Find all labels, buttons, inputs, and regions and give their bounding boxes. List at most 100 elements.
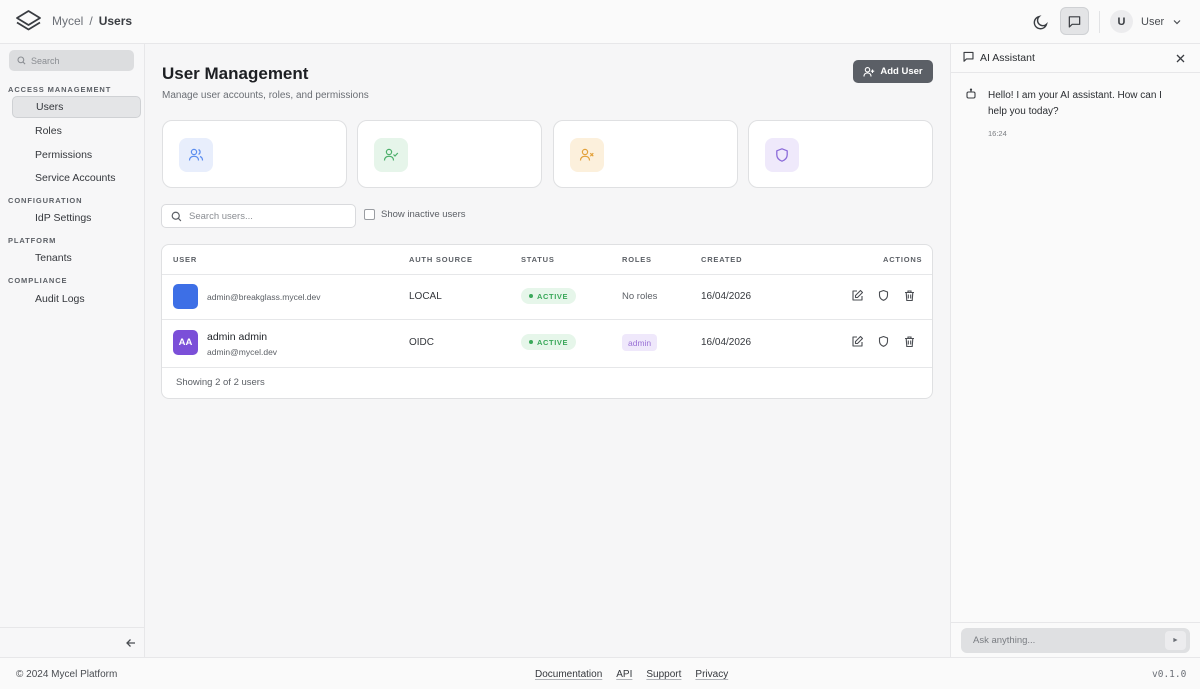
role-badge: admin: [622, 334, 658, 351]
copyright: © 2024 Mycel Platform: [16, 669, 118, 680]
user-email: admin@breakglass.mycel.dev: [207, 292, 321, 302]
sidebar-item-permissions[interactable]: Permissions: [12, 144, 141, 166]
users-table: USER AUTH SOURCE STATUS ROLES CREATED AC…: [161, 244, 933, 399]
search-icon: [17, 56, 26, 65]
column-header-user: USER: [173, 255, 198, 264]
column-header-status: STATUS: [521, 255, 555, 264]
show-inactive-checkbox[interactable]: [364, 209, 375, 220]
table-row[interactable]: admin@breakglass.mycel.dev LOCAL ACTIVE …: [162, 274, 932, 320]
users-icon: [179, 138, 213, 172]
stat-card-roles: [748, 120, 933, 188]
section-compliance: COMPLIANCE: [8, 276, 68, 285]
footer-link-documentation[interactable]: Documentation: [535, 669, 602, 680]
column-header-created: CREATED: [701, 255, 743, 264]
user-x-icon: [570, 138, 604, 172]
breadcrumb-separator: /: [89, 14, 93, 28]
collapse-sidebar-arrow-left-icon[interactable]: [124, 636, 138, 650]
message-square-icon: [962, 50, 975, 63]
shield-icon: [765, 138, 799, 172]
status-dot: [529, 294, 533, 298]
user-search-input[interactable]: [189, 210, 349, 222]
sidebar-search-placeholder: Search: [31, 55, 60, 66]
column-header-actions: ACTIONS: [883, 255, 923, 264]
message-square-icon: [1068, 15, 1081, 28]
created-date: 16/04/2026: [701, 291, 752, 302]
chevron-down-icon: [1173, 19, 1181, 24]
column-header-roles: ROLES: [622, 255, 652, 264]
user-name-label: User: [1141, 15, 1165, 28]
divider: [951, 622, 1200, 623]
add-user-button[interactable]: Add User: [853, 60, 933, 83]
message-timestamp: 16:24: [988, 129, 1007, 138]
show-inactive-label: Show inactive users: [381, 209, 466, 220]
stat-card-inactive-users: [553, 120, 738, 188]
footer-links: Documentation API Support Privacy: [535, 669, 728, 680]
created-date: 16/04/2026: [701, 337, 752, 348]
sidebar-item-users[interactable]: Users: [12, 96, 141, 118]
search-icon: [171, 211, 182, 221]
status-badge: ACTIVE: [521, 288, 577, 304]
footer-link-privacy[interactable]: Privacy: [695, 669, 728, 680]
ai-chat-input[interactable]: [973, 635, 1163, 646]
page-title: User Management: [162, 64, 309, 83]
send-button[interactable]: ►: [1165, 631, 1186, 650]
show-inactive-toggle[interactable]: Show inactive users: [364, 209, 465, 220]
user-search-field[interactable]: [161, 204, 356, 228]
user-check-icon: [374, 138, 408, 172]
shield-icon[interactable]: [877, 335, 890, 348]
trash-icon[interactable]: [903, 289, 916, 302]
column-header-auth-source: AUTH SOURCE: [409, 255, 473, 264]
status-badge: ACTIVE: [521, 334, 577, 350]
user-menu-button[interactable]: U User: [1110, 10, 1182, 33]
sidebar-item-service-accounts[interactable]: Service Accounts: [12, 167, 141, 189]
edit-icon[interactable]: [851, 289, 864, 302]
logo-icon[interactable]: [15, 9, 42, 33]
status-dot: [529, 340, 533, 344]
breadcrumb-current: Users: [98, 14, 133, 28]
footer-link-support[interactable]: Support: [646, 669, 681, 680]
ai-panel-title: AI Assistant: [980, 52, 1035, 64]
stat-card-users: [162, 120, 347, 188]
close-icon[interactable]: [1175, 53, 1186, 64]
stat-card-active-users: [357, 120, 542, 188]
page-subtitle: Manage user accounts, roles, and permiss…: [162, 90, 369, 101]
table-footer-count: Showing 2 of 2 users: [176, 377, 265, 388]
table-row[interactable]: AA admin admin admin@mycel.dev OIDC ACTI…: [162, 320, 932, 366]
edit-icon[interactable]: [851, 335, 864, 348]
breadcrumb: Mycel / Users: [52, 14, 132, 28]
ai-input-field[interactable]: ►: [961, 628, 1190, 653]
add-user-label: Add User: [880, 66, 923, 77]
auth-source: OIDC: [409, 337, 434, 348]
section-platform: PLATFORM: [8, 236, 57, 245]
status-label: ACTIVE: [537, 337, 569, 347]
trash-icon[interactable]: [903, 335, 916, 348]
avatar: [173, 284, 198, 309]
user-email: admin@mycel.dev: [207, 347, 278, 357]
ai-message: Hello! I am your AI assistant. How can I…: [988, 90, 1162, 117]
sidebar-item-roles[interactable]: Roles: [12, 120, 141, 142]
sidebar-item-tenants[interactable]: Tenants: [12, 247, 141, 269]
version-label: v0.1.0: [1152, 669, 1187, 680]
footer-link-api[interactable]: API: [616, 669, 632, 680]
ai-assistant-toggle-button[interactable]: [1060, 7, 1089, 35]
auth-source: LOCAL: [409, 291, 442, 302]
top-bar: Mycel / Users U User: [0, 0, 1200, 44]
shield-icon[interactable]: [877, 289, 890, 302]
divider: [162, 367, 932, 368]
sidebar-item-audit-logs[interactable]: Audit Logs: [12, 288, 141, 310]
status-label: ACTIVE: [537, 291, 569, 301]
user-name: admin admin: [207, 331, 268, 343]
footer: © 2024 Mycel Platform Documentation API …: [0, 657, 1200, 689]
avatar: AA: [173, 330, 198, 355]
divider: [0, 627, 145, 628]
user-plus-icon: [863, 66, 875, 77]
ai-panel-header: AI Assistant: [951, 44, 1200, 73]
section-configuration: CONFIGURATION: [8, 196, 83, 205]
bot-icon: [965, 88, 977, 100]
breadcrumb-app[interactable]: Mycel: [52, 14, 83, 28]
sidebar-search[interactable]: Search: [9, 50, 134, 71]
sidebar-item-idp-settings[interactable]: IdP Settings: [12, 207, 141, 229]
ai-assistant-panel: AI Assistant Hello! I am your AI assista…: [950, 44, 1200, 657]
sidebar: Search ACCESS MANAGEMENT Users Roles Per…: [0, 44, 145, 657]
theme-toggle-moon-icon[interactable]: [1031, 12, 1051, 32]
